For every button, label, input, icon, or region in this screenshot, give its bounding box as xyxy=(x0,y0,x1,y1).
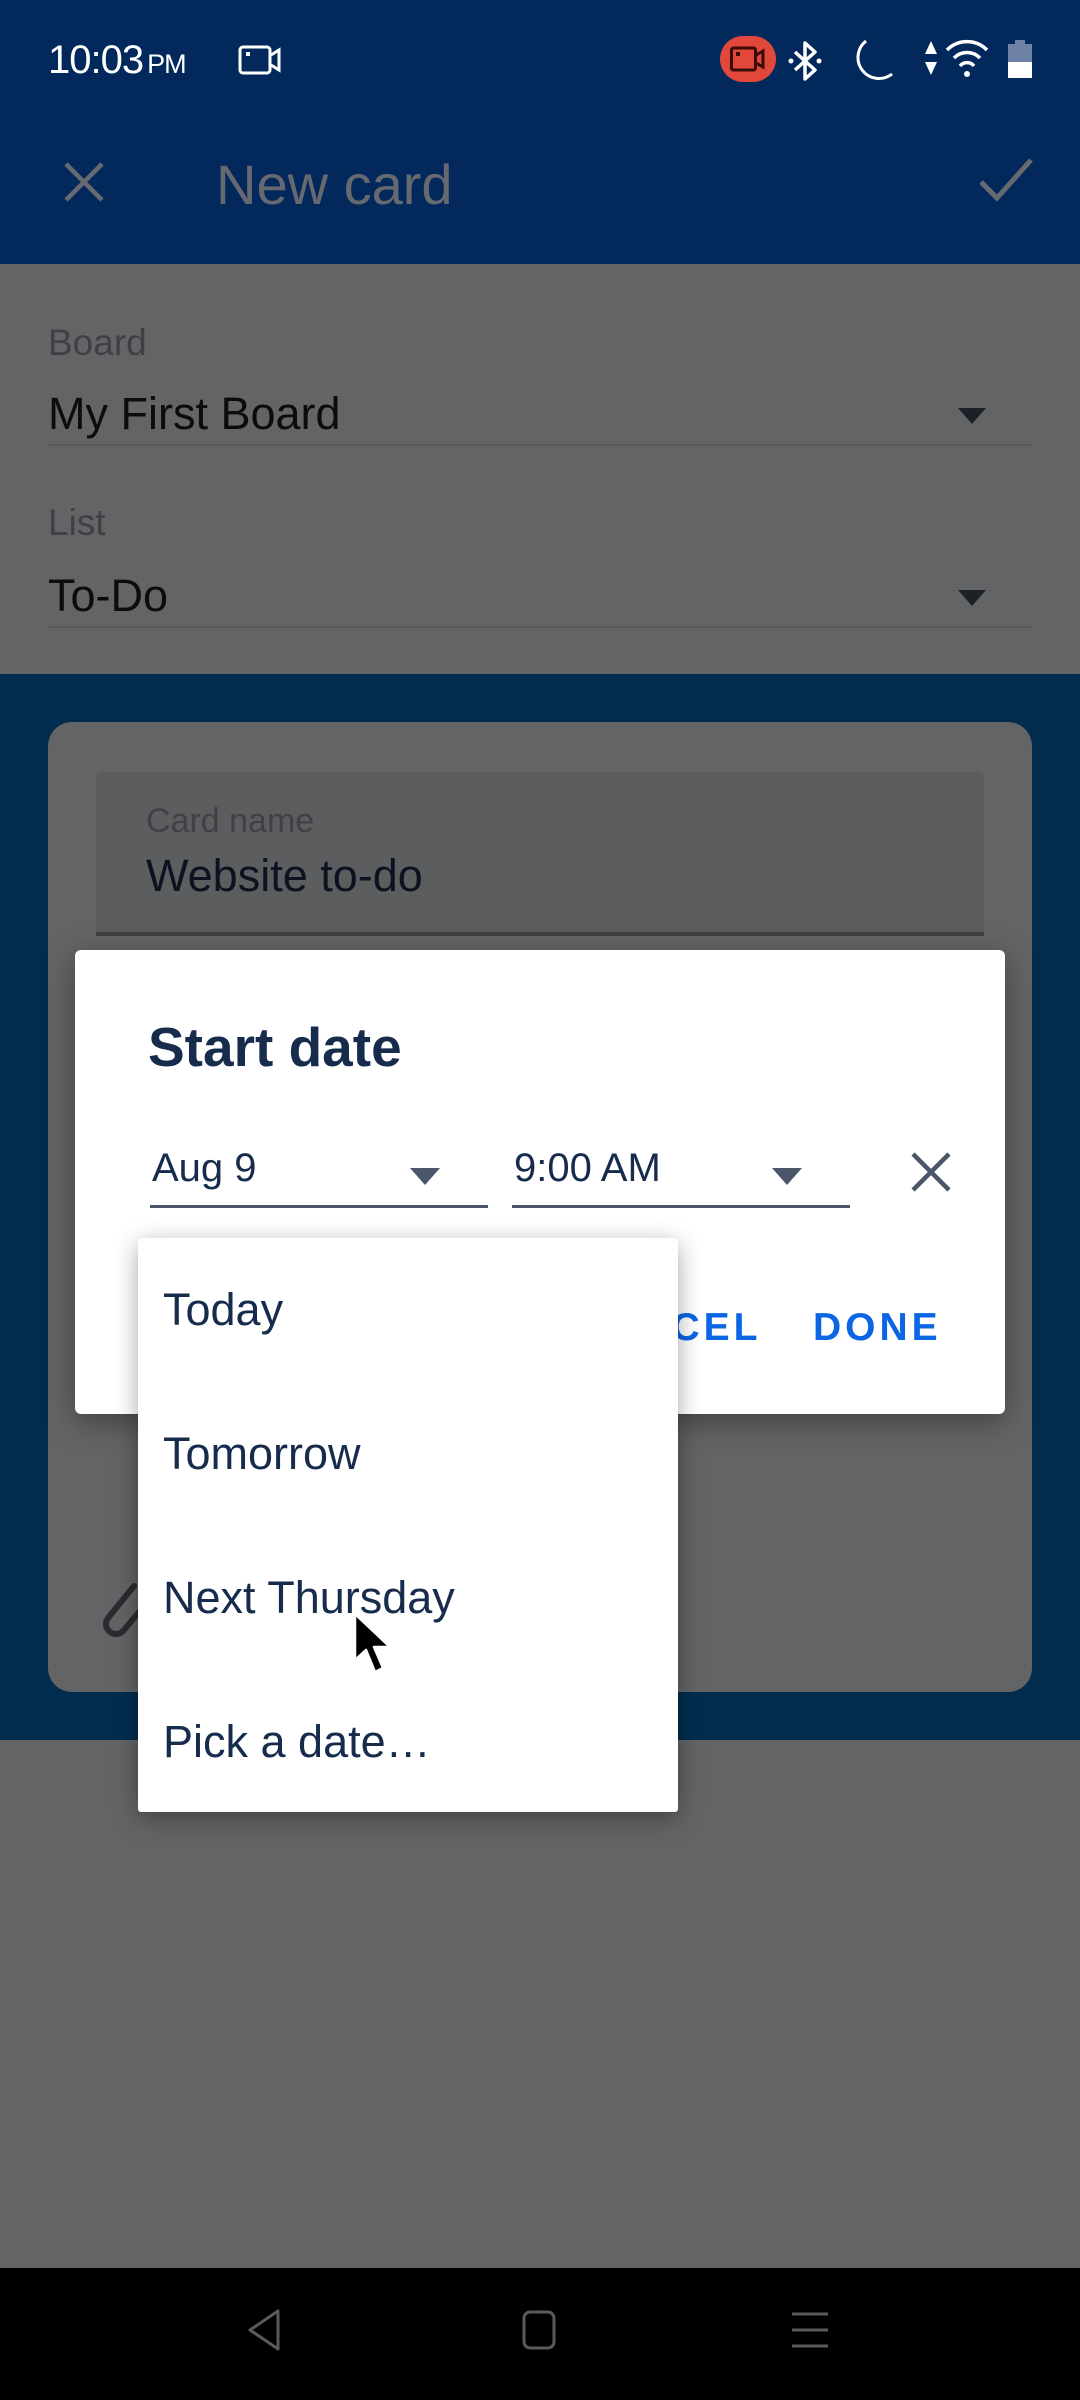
time-caret-icon xyxy=(772,1168,802,1185)
check-icon[interactable] xyxy=(978,156,1034,204)
page-title: New card xyxy=(216,153,453,216)
app-bar: New card xyxy=(0,120,1080,264)
menu-item-label: Today xyxy=(163,1284,284,1335)
board-select[interactable]: My First Board xyxy=(48,388,341,440)
menu-item-tomorrow[interactable]: Tomorrow xyxy=(138,1382,678,1526)
recording-indicator xyxy=(720,36,776,82)
time-value: 9:00 AM xyxy=(514,1146,661,1190)
list-label: List xyxy=(48,502,106,543)
list-dropdown-caret-icon[interactable] xyxy=(958,590,986,606)
data-arrows-icon xyxy=(925,41,937,75)
menu-item-today[interactable]: Today xyxy=(138,1238,678,1382)
done-button[interactable]: DONE xyxy=(813,1306,942,1350)
mouse-pointer-icon xyxy=(353,1612,392,1674)
card-location-form: Board My First Board List To-Do xyxy=(0,264,1080,674)
time-picker[interactable]: 9:00 AM xyxy=(512,1146,850,1208)
close-icon[interactable] xyxy=(62,160,106,204)
card-name-field[interactable]: Card name Website to-do xyxy=(96,772,984,936)
menu-item-next-thursday[interactable]: Next Thursday xyxy=(138,1526,678,1670)
background-overlay xyxy=(0,1740,1080,2268)
card-name-input[interactable]: Website to-do xyxy=(146,850,423,902)
screen: 10:03 PM New card Board My First Board L… xyxy=(0,0,1080,2400)
date-caret-icon xyxy=(410,1168,440,1185)
recent-apps-icon[interactable] xyxy=(790,2308,830,2352)
board-label: Board xyxy=(48,322,147,363)
wifi-icon xyxy=(945,39,989,77)
clock-ampm: PM xyxy=(147,49,186,79)
board-dropdown-caret-icon[interactable] xyxy=(958,408,986,424)
board-underline xyxy=(48,444,1032,446)
navigation-bar xyxy=(0,2268,1080,2400)
date-picker[interactable]: Aug 9 xyxy=(150,1146,488,1208)
bluetooth-icon xyxy=(788,41,822,81)
date-value: Aug 9 xyxy=(152,1146,257,1190)
list-select[interactable]: To-Do xyxy=(48,570,168,622)
do-not-disturb-moon-icon xyxy=(856,39,893,80)
menu-item-label: Tomorrow xyxy=(163,1428,361,1479)
menu-item-pick-a-date[interactable]: Pick a date… xyxy=(138,1670,678,1814)
list-underline xyxy=(48,626,1032,628)
clock-time: 10:03 xyxy=(48,38,144,82)
clear-date-icon[interactable] xyxy=(909,1150,953,1194)
menu-item-label: Next Thursday xyxy=(163,1572,455,1623)
back-icon[interactable] xyxy=(244,2308,284,2352)
date-options-menu: Today Tomorrow Next Thursday Pick a date… xyxy=(138,1238,678,1812)
clock: 10:03 PM xyxy=(48,38,187,83)
menu-item-label: Pick a date… xyxy=(163,1716,431,1767)
battery-icon xyxy=(1008,40,1032,78)
screen-record-icon xyxy=(238,45,281,75)
home-icon[interactable] xyxy=(520,2308,560,2352)
dialog-title: Start date xyxy=(148,1016,402,1078)
status-bar: 10:03 PM xyxy=(0,0,1080,120)
card-name-label: Card name xyxy=(146,802,315,840)
recording-indicator-icon xyxy=(730,46,765,72)
